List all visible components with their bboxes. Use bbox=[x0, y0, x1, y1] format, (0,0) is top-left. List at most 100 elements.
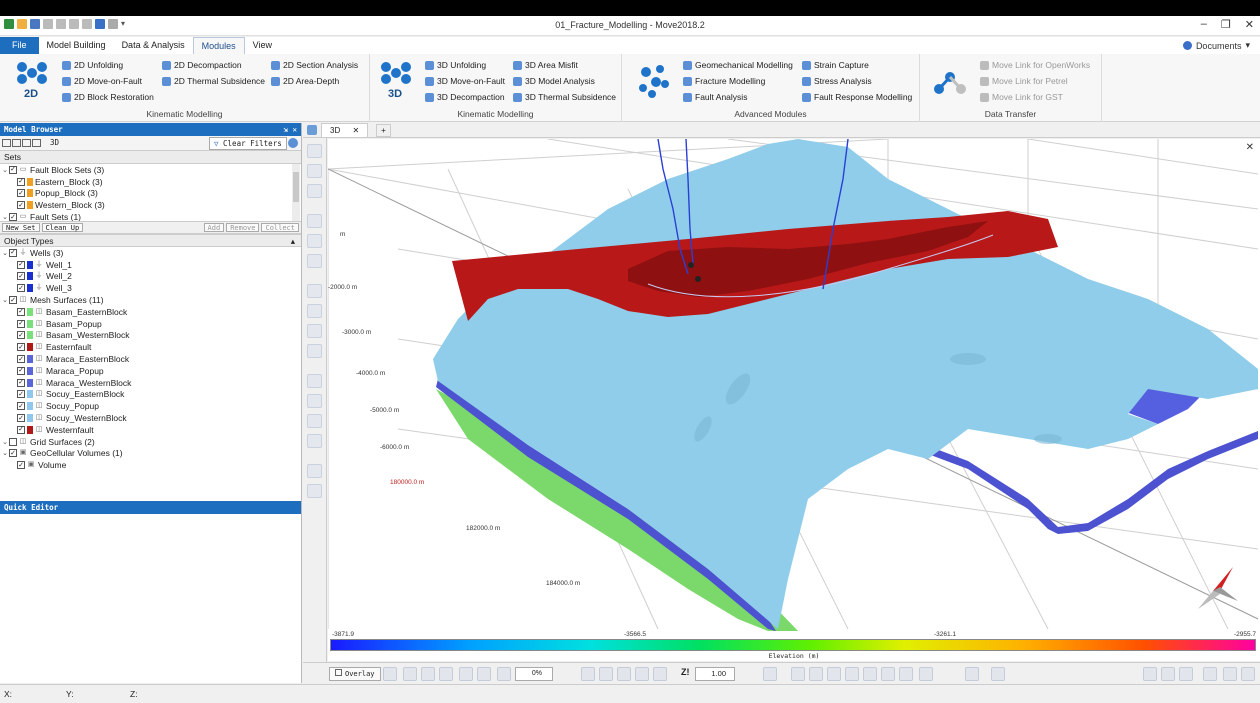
visibility-checkbox[interactable]: ✓ bbox=[17, 177, 25, 186]
fullscreen-icon[interactable] bbox=[1203, 667, 1217, 681]
tree-item[interactable]: ✓ Eastern_Block (3) bbox=[0, 176, 301, 188]
visibility-checkbox[interactable]: ✓ bbox=[17, 260, 25, 269]
clean-up-button[interactable]: Clean Up bbox=[41, 223, 84, 232]
tree-item[interactable]: ✓ ◫ Socuy_EasternBlock bbox=[0, 389, 301, 401]
view-selector[interactable]: 3D bbox=[50, 138, 59, 147]
btn-2d-decompaction[interactable]: 2D Decompaction bbox=[162, 60, 242, 70]
btn-fault-analysis[interactable]: Fault Analysis bbox=[683, 92, 747, 102]
tree-item[interactable]: ✓ ◫ Socuy_WesternBlock bbox=[0, 412, 301, 424]
btn-strain-capture[interactable]: Strain Capture bbox=[802, 60, 869, 70]
color-swatch[interactable] bbox=[27, 189, 33, 198]
menu-modules[interactable]: Modules bbox=[192, 37, 245, 54]
overlay-button[interactable]: Overlay bbox=[329, 667, 381, 681]
list-icon[interactable] bbox=[635, 667, 649, 681]
trophy-icon[interactable] bbox=[497, 667, 511, 681]
layers-icon[interactable] bbox=[653, 667, 667, 681]
menu-view[interactable]: View bbox=[245, 37, 280, 54]
probe-tool-icon[interactable] bbox=[307, 344, 322, 358]
btn-3d-area-misfit[interactable]: 3D Area Misfit bbox=[513, 60, 578, 70]
layout-icon[interactable] bbox=[991, 667, 1005, 681]
walk-icon[interactable] bbox=[791, 667, 805, 681]
zoom-out-icon[interactable] bbox=[845, 667, 859, 681]
tree-item[interactable]: ✓ Western_Block (3) bbox=[0, 199, 301, 211]
btn-move-link-openworks[interactable]: Move Link for OpenWorks bbox=[980, 60, 1090, 70]
visibility-checkbox[interactable]: ✓ bbox=[17, 343, 25, 352]
layout-icon[interactable] bbox=[2, 139, 11, 147]
edit-tool-icon[interactable] bbox=[307, 254, 322, 268]
tree-item[interactable]: ✓ ◫ Easternfault bbox=[0, 341, 301, 353]
collect-button[interactable]: Collect bbox=[261, 223, 299, 232]
visibility-checkbox[interactable]: ✓ bbox=[17, 390, 25, 399]
btn-stress-analysis[interactable]: Stress Analysis bbox=[802, 76, 872, 86]
btn-move-link-gst[interactable]: Move Link for GST bbox=[980, 92, 1063, 102]
color-swatch[interactable] bbox=[27, 343, 33, 352]
visibility-checkbox[interactable]: ✓ bbox=[17, 284, 25, 293]
btn-fault-response-modelling[interactable]: Fault Response Modelling bbox=[802, 92, 912, 102]
light-icon[interactable] bbox=[477, 667, 491, 681]
btn-3d-move-on-fault[interactable]: 3D Move-on-Fault bbox=[425, 76, 505, 86]
color-swatch[interactable] bbox=[27, 284, 33, 293]
btn-2d-unfolding[interactable]: 2D Unfolding bbox=[62, 60, 123, 70]
center-icon[interactable] bbox=[881, 667, 895, 681]
color-swatch[interactable] bbox=[27, 414, 33, 423]
eye-tool-icon[interactable] bbox=[307, 414, 322, 428]
zoom-window-icon[interactable] bbox=[809, 667, 823, 681]
visibility-checkbox[interactable]: ✓ bbox=[17, 425, 25, 434]
add-tab-button[interactable]: + bbox=[376, 123, 391, 137]
color-swatch[interactable] bbox=[27, 331, 33, 340]
digitize-tool-icon[interactable] bbox=[307, 234, 322, 248]
tree-item[interactable]: ⌄ ✓ ⏚ Wells (3) bbox=[0, 247, 301, 259]
dual-view-icon[interactable] bbox=[1179, 667, 1193, 681]
panel-controls[interactable]: ⇲ ✕ bbox=[283, 123, 297, 136]
visibility-checkbox[interactable]: ✓ bbox=[17, 366, 25, 375]
close-button[interactable]: ✕ bbox=[1245, 18, 1254, 31]
color-swatch[interactable] bbox=[27, 425, 33, 434]
expand-toggle-icon[interactable]: ⌄ bbox=[1, 438, 9, 446]
documents-menu[interactable]: Documents ▾ bbox=[1182, 40, 1250, 51]
menu-data-analysis[interactable]: Data & Analysis bbox=[114, 37, 193, 54]
visibility-checkbox[interactable]: ✓ bbox=[9, 449, 17, 458]
z-exaggeration-input[interactable]: 1.00 bbox=[695, 667, 735, 681]
undo-view-icon[interactable] bbox=[403, 667, 417, 681]
btn-3d-model-analysis[interactable]: 3D Model Analysis bbox=[513, 76, 595, 86]
visibility-checkbox[interactable]: ✓ bbox=[17, 331, 25, 340]
frame-icon[interactable] bbox=[599, 667, 613, 681]
btn-fracture-modelling[interactable]: Fracture Modelling bbox=[683, 76, 765, 86]
color-swatch[interactable] bbox=[27, 201, 33, 210]
measure-tool-icon[interactable] bbox=[307, 394, 322, 408]
visibility-checkbox[interactable]: ✓ bbox=[9, 213, 17, 221]
color-swatch[interactable] bbox=[27, 319, 33, 328]
layout-icon[interactable] bbox=[22, 139, 31, 147]
camera-icon[interactable] bbox=[919, 667, 933, 681]
expand-toggle-icon[interactable]: ⌄ bbox=[1, 296, 9, 304]
zoom-fit-icon[interactable] bbox=[863, 667, 877, 681]
expand-toggle-icon[interactable]: ⌄ bbox=[1, 213, 9, 221]
select-tool-icon[interactable] bbox=[307, 144, 322, 158]
clear-filters-button[interactable]: ▽ Clear Filters bbox=[209, 137, 287, 150]
visibility-checkbox[interactable]: ✓ bbox=[9, 248, 17, 257]
zoom-in-icon[interactable] bbox=[827, 667, 841, 681]
filter-tool-icon[interactable] bbox=[307, 484, 322, 498]
viewport-close-button[interactable]: ✕ bbox=[1246, 142, 1254, 153]
sphere-view-icon[interactable] bbox=[439, 667, 453, 681]
move-3d-icon[interactable]: 3D bbox=[378, 58, 414, 102]
visibility-checkbox[interactable]: ✓ bbox=[17, 402, 25, 411]
hide-tool-icon[interactable] bbox=[307, 374, 322, 388]
tab-close-icon[interactable]: ✕ bbox=[352, 126, 359, 135]
link-tool-icon[interactable] bbox=[307, 434, 322, 448]
expand-toggle-icon[interactable]: ⌄ bbox=[1, 166, 9, 174]
menu-model-building[interactable]: Model Building bbox=[39, 37, 114, 54]
reset-view-icon[interactable] bbox=[383, 667, 397, 681]
plus-icon[interactable] bbox=[581, 667, 595, 681]
tree-item[interactable]: ⌄ ✓ ◫ Mesh Surfaces (11) bbox=[0, 294, 301, 306]
add-button[interactable]: Add bbox=[203, 223, 225, 232]
tree-item[interactable]: ⌄ ✓ ▣ GeoCellular Volumes (1) bbox=[0, 448, 301, 460]
tree-item[interactable]: ✓ ◫ Socuy_Popup bbox=[0, 400, 301, 412]
btn-2d-move-on-fault[interactable]: 2D Move-on-Fault bbox=[62, 76, 142, 86]
tree-item[interactable]: ✓ Popup_Block (3) bbox=[0, 188, 301, 200]
tab-3d[interactable]: 3D ✕ bbox=[321, 123, 369, 137]
advanced-modules-icon[interactable] bbox=[634, 62, 674, 102]
tree-item[interactable]: ⌄ ✓ ▭ Fault Sets (1) bbox=[0, 211, 301, 221]
btn-2d-section-analysis[interactable]: 2D Section Analysis bbox=[271, 60, 358, 70]
socuy-surface[interactable] bbox=[433, 139, 1258, 629]
